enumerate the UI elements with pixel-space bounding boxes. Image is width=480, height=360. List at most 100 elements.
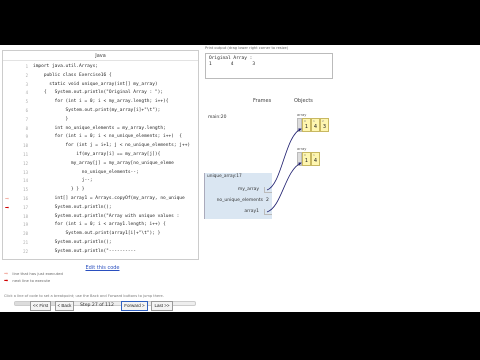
line-gutter[interactable]: 22	[3, 248, 31, 257]
line-gutter[interactable]: 11	[3, 151, 31, 160]
line-gutter[interactable]: 4	[3, 89, 31, 98]
code-text: System.out.println("----------	[33, 248, 136, 254]
line-number: 17	[23, 204, 28, 210]
code-text: int[] array1 = Arrays.copyOf(my_array, n…	[33, 195, 185, 201]
code-line[interactable]: 9 for (int i = 0; i < no_unique_elements…	[3, 133, 198, 142]
array-cell: 01	[302, 118, 311, 132]
code-line[interactable]: 1 import java.util.Arrays;	[3, 63, 198, 72]
line-gutter[interactable]: 3	[3, 81, 31, 90]
cell-index: 1	[313, 153, 315, 157]
line-number: 5	[25, 99, 28, 105]
line-number: 12	[23, 160, 28, 166]
line-gutter[interactable]: 1	[3, 63, 31, 72]
legend-next: ➡ next line to execute	[4, 278, 50, 284]
cell-index: 0	[304, 119, 306, 123]
prev-line-arrow-icon: ➡	[5, 194, 10, 203]
code-text: System.out.print(array1[i]+"\t"); }	[33, 231, 161, 237]
line-gutter[interactable]: 17 ➡	[3, 204, 31, 213]
line-gutter[interactable]: 6	[3, 107, 31, 116]
line-number: 3	[25, 81, 28, 87]
code-line[interactable]: 4 { System.out.println("Original Array :…	[3, 89, 198, 98]
last-button[interactable]: Last >>	[151, 301, 173, 311]
array-cell: 01	[302, 152, 311, 166]
code-line[interactable]: 3 static void unique_array(int[] my_arra…	[3, 81, 198, 90]
objects-header: Objects	[294, 98, 313, 104]
cell-value: 3	[322, 124, 327, 130]
line-number: 13	[23, 169, 28, 175]
python-tutor-stage: Java 1 import java.util.Arrays; 2 public c…	[0, 45, 480, 312]
line-gutter[interactable]: 2	[3, 72, 31, 81]
code-panel: Java 1 import java.util.Arrays; 2 public c…	[2, 50, 199, 260]
cell-value: 4	[313, 124, 318, 130]
line-number: 14	[23, 178, 28, 184]
cell-index: 1	[313, 119, 315, 123]
back-button[interactable]: < Back	[55, 301, 74, 311]
line-number: 7	[25, 116, 28, 122]
line-number: 2	[25, 72, 28, 78]
code-line[interactable]: 12 my_array[j] = my_array[no_unique_elem…	[3, 160, 198, 169]
code-line[interactable]: 15 } } }	[3, 186, 198, 195]
code-line[interactable]: 7 }	[3, 116, 198, 125]
code-line[interactable]: 20 System.out.print(array1[i]+"\t"); }	[3, 230, 198, 239]
code-line[interactable]: 13 no_unique_elements--;	[3, 169, 198, 178]
code-line[interactable]: 6 System.out.print(my_array[i]+"\t");	[3, 107, 198, 116]
line-gutter[interactable]: 21	[3, 239, 31, 248]
array-object-2: 0114	[297, 152, 320, 166]
main-frame: main:20	[208, 115, 227, 120]
code-line[interactable]: 18 System.out.println("Array with unique…	[3, 213, 198, 222]
code-line[interactable]: 11 if(my_array[i] == my_array[j]){	[3, 151, 198, 160]
first-button[interactable]: << First	[30, 301, 51, 311]
line-gutter[interactable]: 5	[3, 98, 31, 107]
print-output: Original Array : 1 4 3	[205, 53, 333, 79]
line-number: 10	[23, 143, 28, 149]
code-line[interactable]: 5 for (int i = 0; i < my_array.length; i…	[3, 98, 198, 107]
legend-prev-label: line that has just executed	[12, 271, 63, 276]
line-gutter[interactable]: 9	[3, 133, 31, 142]
breakpoint-hint: Click a line of code to set a breakpoint…	[4, 294, 164, 298]
line-gutter[interactable]: 18	[3, 213, 31, 222]
code-line[interactable]: 8 int no_unique_elements = my_array.leng…	[3, 125, 198, 134]
line-gutter[interactable]: 16 ➡	[3, 195, 31, 204]
line-gutter[interactable]: 20	[3, 230, 31, 239]
code-lines: 1 import java.util.Arrays; 2 public class …	[3, 63, 198, 259]
line-gutter[interactable]: 8	[3, 125, 31, 134]
array-cell: 23	[320, 118, 329, 132]
line-gutter[interactable]: 19	[3, 221, 31, 230]
var-no-unique-elements: no_unique_elements	[216, 198, 263, 203]
line-gutter[interactable]: 15	[3, 186, 31, 195]
line-number: 19	[23, 222, 28, 228]
code-text: if(my_array[i] == my_array[j]){	[33, 151, 161, 157]
line-number: 4	[25, 90, 28, 96]
line-gutter[interactable]: 7	[3, 116, 31, 125]
code-text: for (int i = 0; i < my_array.length; i++…	[33, 99, 169, 105]
code-line[interactable]: 14 j--;	[3, 177, 198, 186]
code-line[interactable]: 19 for (int i = 0; i < array1.length; i+…	[3, 221, 198, 230]
prev-arrow-icon: ➡	[4, 271, 9, 277]
code-line[interactable]: 10 for (int j = i+1; j < no_unique_eleme…	[3, 142, 198, 151]
code-line[interactable]: 17 ➡ System.out.println();	[3, 204, 198, 213]
code-text: System.out.println("Array with unique va…	[33, 213, 180, 219]
line-gutter[interactable]: 12	[3, 160, 31, 169]
frame-title: unique_array:17	[207, 174, 242, 179]
output-caption: Print output (drag lower right corner to…	[205, 46, 289, 50]
line-number: 18	[23, 213, 28, 219]
code-line[interactable]: 2 public class Exercise16 {	[3, 72, 198, 81]
code-line[interactable]: 16 ➡ int[] array1 = Arrays.copyOf(my_arra…	[3, 195, 198, 204]
line-number: 21	[23, 239, 28, 245]
line-gutter[interactable]: 10	[3, 142, 31, 151]
unique-array-frame: unique_array:17 my_array no_unique_eleme…	[204, 173, 272, 219]
code-line[interactable]: 22 System.out.println("----------	[3, 248, 198, 257]
line-number: 6	[25, 107, 28, 113]
line-gutter[interactable]: 14	[3, 177, 31, 186]
code-text: System.out.print(my_array[i]+"\t");	[33, 107, 161, 113]
line-number: 11	[23, 151, 28, 157]
line-gutter[interactable]: 13	[3, 169, 31, 178]
cell-value: 1	[304, 124, 309, 130]
code-text: j--;	[33, 178, 93, 184]
code-text: System.out.println();	[33, 239, 112, 245]
array1-arrow	[266, 162, 302, 213]
forward-button[interactable]: Forward >	[121, 301, 148, 311]
object2-label: array	[297, 147, 307, 151]
code-line[interactable]: 21 System.out.println();	[3, 239, 198, 248]
cell-index: 2	[322, 119, 324, 123]
